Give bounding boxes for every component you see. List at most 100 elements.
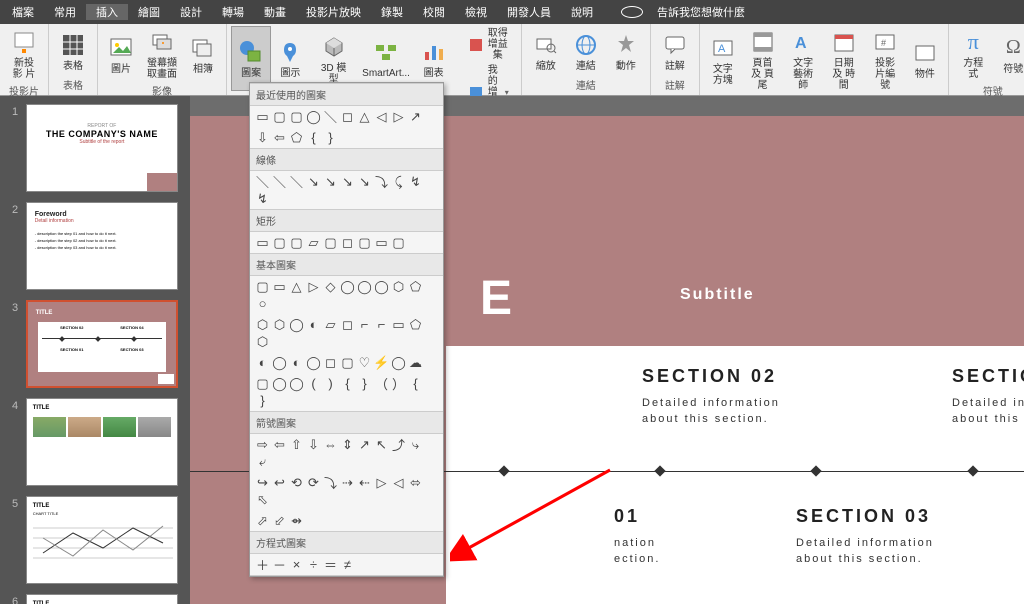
shape-item[interactable]: ☁	[407, 354, 424, 371]
shape-item[interactable]: ⇩	[305, 436, 322, 453]
shape-item[interactable]: ↩	[271, 474, 288, 491]
shape-item[interactable]: ⬡	[271, 316, 288, 333]
datetime-button[interactable]: 日期及 時間	[823, 26, 864, 93]
shape-item[interactable]: ⟲	[288, 474, 305, 491]
shape-item[interactable]: ×	[288, 556, 305, 573]
shape-item[interactable]: －	[271, 556, 288, 573]
shape-item[interactable]: ↘	[305, 173, 322, 190]
shape-item[interactable]: ⬡	[254, 333, 271, 350]
comment-button[interactable]: 註解	[655, 26, 695, 76]
shape-item[interactable]: ↯	[407, 173, 424, 190]
thumb-5[interactable]: 5TITLECHART TITLE	[0, 496, 190, 584]
shape-item[interactable]: ⇧	[288, 436, 305, 453]
shape-item[interactable]: ⤵	[373, 173, 390, 190]
shape-item[interactable]: ◯	[271, 354, 288, 371]
action-button[interactable]: 動作	[606, 26, 646, 76]
shape-item[interactable]: ＼	[288, 173, 305, 190]
thumb-6[interactable]: 6TITLE	[0, 594, 190, 604]
shape-item[interactable]: ↘	[339, 173, 356, 190]
shape-item[interactable]: ◯	[390, 354, 407, 371]
menu-home[interactable]: 常用	[44, 4, 86, 20]
shape-item[interactable]: ↘	[356, 173, 373, 190]
shape-item[interactable]: ◯	[305, 108, 322, 125]
screenshot-button[interactable]: 螢幕擷取畫面	[140, 26, 184, 82]
shape-item[interactable]: ◻	[339, 108, 356, 125]
shape-item[interactable]: ◐	[288, 354, 305, 371]
shape-item[interactable]: ⌐	[373, 316, 390, 333]
shape-item[interactable]: ↗	[356, 436, 373, 453]
shape-item[interactable]: ▭	[390, 316, 407, 333]
shape-item[interactable]: ⇔	[322, 436, 339, 453]
shape-item[interactable]: ▢	[322, 234, 339, 251]
menu-draw[interactable]: 繪圖	[128, 4, 170, 20]
shape-item[interactable]: ＝	[322, 556, 339, 573]
get-addins[interactable]: 取得增益集	[461, 26, 517, 63]
table-button[interactable]: 表格	[53, 26, 93, 76]
shape-item[interactable]: ⇨	[254, 436, 271, 453]
shape-item[interactable]: }	[356, 375, 373, 392]
shape-item[interactable]: {	[339, 375, 356, 392]
textbox-button[interactable]: A文字方塊	[704, 26, 742, 93]
shape-item[interactable]: ▱	[305, 234, 322, 251]
shape-item[interactable]: ▷	[305, 278, 322, 295]
wordart-button[interactable]: A文字藝術師	[783, 26, 823, 93]
headerfooter-button[interactable]: 頁首及 頁尾	[742, 26, 783, 93]
shape-item[interactable]: ⇦	[271, 129, 288, 146]
thumb-2[interactable]: 2ForewordDetail information- description…	[0, 202, 190, 290]
shape-item[interactable]: ▢	[254, 278, 271, 295]
tell-me[interactable]: 告訴我您想做什麼	[611, 4, 765, 20]
shape-item[interactable]: ○	[254, 295, 271, 312]
slidenum-button[interactable]: #投影 片編號	[864, 26, 905, 93]
menu-developer[interactable]: 開發人員	[497, 4, 561, 20]
shape-item[interactable]: ◯	[339, 278, 356, 295]
shape-item[interactable]: △	[288, 278, 305, 295]
shape-item[interactable]: ▭	[271, 278, 288, 295]
shape-item[interactable]: ▢	[390, 234, 407, 251]
shape-item[interactable]: ▢	[288, 108, 305, 125]
shape-item[interactable]: ⇕	[339, 436, 356, 453]
shape-item[interactable]: ▢	[254, 375, 271, 392]
album-button[interactable]: 相簿	[184, 26, 222, 82]
shape-item[interactable]: ↯	[254, 190, 271, 207]
menu-review[interactable]: 校閱	[413, 4, 455, 20]
pictures-button[interactable]: 圖片	[102, 26, 140, 82]
shape-item[interactable]: ◯	[356, 278, 373, 295]
shape-item[interactable]: ◻	[339, 234, 356, 251]
shape-item[interactable]: ▢	[356, 234, 373, 251]
shape-item[interactable]: ▷	[373, 474, 390, 491]
shape-item[interactable]: ＼	[271, 173, 288, 190]
shape-item[interactable]: ⬠	[407, 278, 424, 295]
shape-item[interactable]: ＋	[254, 556, 271, 573]
shape-item[interactable]: ▢	[271, 234, 288, 251]
shape-item[interactable]: ⬄	[407, 474, 424, 491]
shape-item[interactable]: }	[254, 392, 271, 409]
shape-item[interactable]: △	[356, 108, 373, 125]
shape-item[interactable]: ⟳	[305, 474, 322, 491]
shape-item[interactable]: ÷	[305, 556, 322, 573]
shape-item[interactable]: }	[322, 129, 339, 146]
shape-item[interactable]: ⇠	[356, 474, 373, 491]
shape-item[interactable]: ◁	[373, 108, 390, 125]
shape-item[interactable]: ▷	[390, 108, 407, 125]
shape-item[interactable]: ▭	[254, 234, 271, 251]
shape-item[interactable]: ⬀	[254, 512, 271, 529]
shape-item[interactable]: ⤴	[390, 436, 407, 453]
shape-item[interactable]: ↗	[407, 108, 424, 125]
shape-item[interactable]: ⇩	[254, 129, 271, 146]
shape-item[interactable]: ▢	[339, 354, 356, 371]
menu-file[interactable]: 檔案	[2, 4, 44, 20]
link-button[interactable]: 連結	[566, 26, 606, 76]
shape-item[interactable]: ◇	[322, 278, 339, 295]
shape-item[interactable]: ▢	[271, 108, 288, 125]
shape-item[interactable]: ▢	[288, 234, 305, 251]
shape-item[interactable]: ◯	[373, 278, 390, 295]
shape-item[interactable]: ⇦	[271, 436, 288, 453]
shape-item[interactable]: ◻	[322, 354, 339, 371]
shape-item[interactable]: ＼	[322, 108, 339, 125]
menu-design[interactable]: 設計	[170, 4, 212, 20]
shape-item[interactable]: ⬡	[390, 278, 407, 295]
shape-item[interactable]: )	[322, 375, 339, 392]
shape-item[interactable]: （	[373, 375, 390, 392]
equation-button[interactable]: π方程式	[953, 26, 994, 82]
shape-item[interactable]: ⤷	[407, 436, 424, 453]
